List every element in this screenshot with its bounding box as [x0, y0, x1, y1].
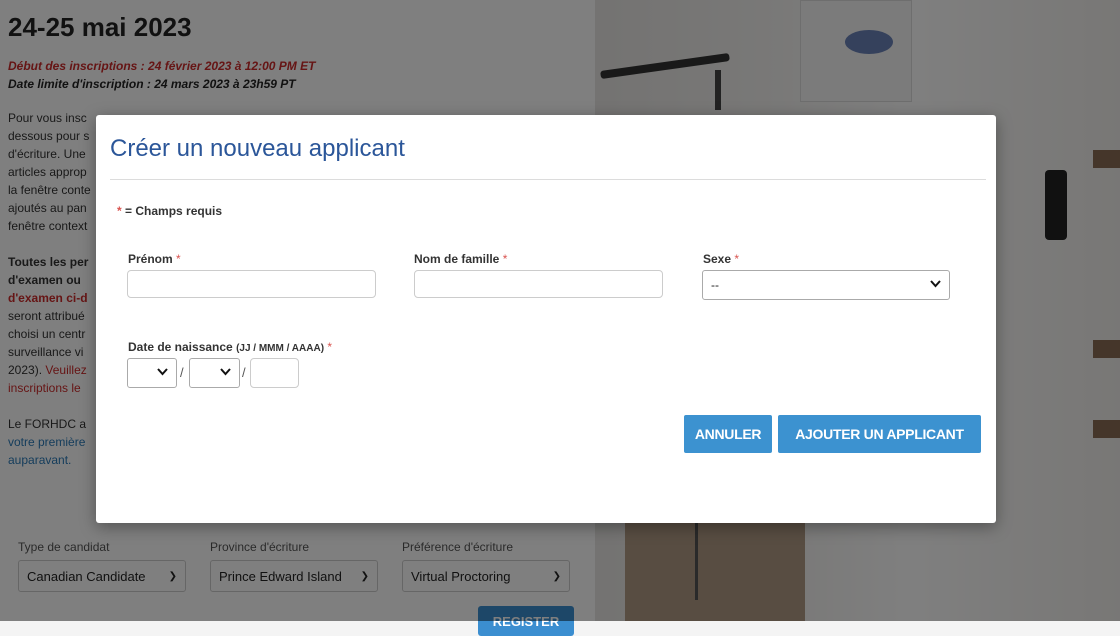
modal-divider — [110, 179, 986, 180]
required-star: * — [502, 252, 508, 266]
chevron-down-icon — [157, 367, 168, 379]
birth-year-field[interactable] — [250, 358, 299, 388]
first-name-field[interactable] — [127, 270, 376, 298]
required-note-text: = Champs requis — [125, 204, 223, 218]
first-name-label-text: Prénom — [128, 252, 173, 266]
date-separator: / — [180, 365, 184, 380]
chevron-down-icon — [220, 367, 231, 379]
required-star: * — [176, 252, 181, 266]
sex-select[interactable]: -- — [702, 270, 950, 300]
sex-label-text: Sexe — [703, 252, 732, 266]
date-separator: / — [242, 365, 246, 380]
add-applicant-button[interactable]: AJOUTER UN APPLICANT — [778, 415, 981, 453]
required-star: * — [734, 252, 740, 266]
birthdate-format-hint: (JJ / MMM / AAAA) — [236, 343, 325, 354]
last-name-label: Nom de famille * — [414, 252, 507, 266]
last-name-label-text: Nom de famille — [414, 252, 500, 266]
required-star: * — [327, 340, 333, 354]
sex-label: Sexe * — [703, 252, 739, 266]
sex-selected-value: -- — [711, 278, 719, 292]
cancel-button[interactable]: ANNULER — [684, 415, 772, 453]
modal-title: Créer un nouveau applicant — [110, 135, 405, 162]
last-name-field[interactable] — [414, 270, 663, 298]
chevron-down-icon — [930, 279, 941, 291]
first-name-label: Prénom * — [128, 252, 181, 266]
birthdate-label: Date de naissance (JJ / MMM / AAAA) * — [128, 340, 332, 354]
birth-month-select[interactable] — [189, 358, 240, 388]
birthdate-label-text: Date de naissance — [128, 340, 233, 354]
birth-day-select[interactable] — [127, 358, 177, 388]
required-star: * — [117, 204, 122, 218]
create-applicant-modal: Créer un nouveau applicant * = Champs re… — [96, 115, 996, 523]
required-fields-note: * = Champs requis — [117, 204, 222, 218]
